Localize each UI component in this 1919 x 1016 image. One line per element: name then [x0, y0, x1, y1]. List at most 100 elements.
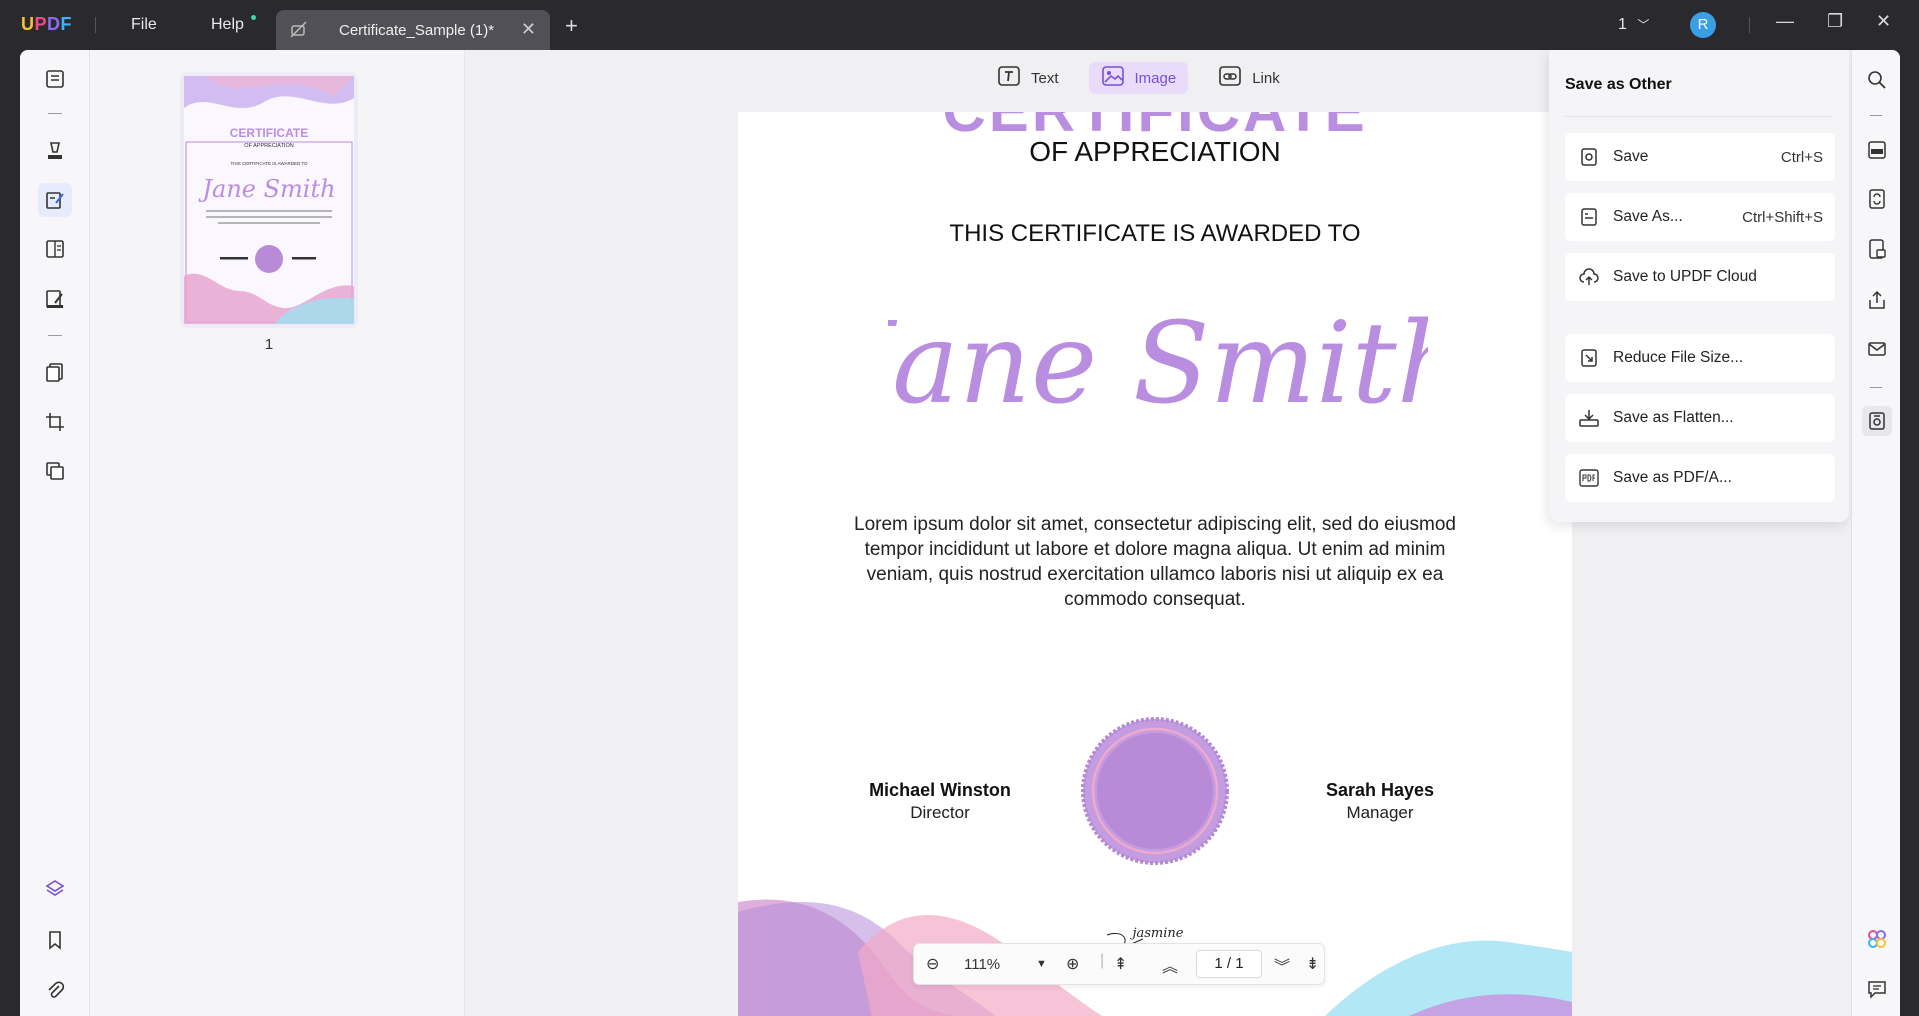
recipient-name: Jane Smith [888, 299, 1428, 429]
toolbar-separator [48, 113, 62, 114]
edit-toolbar: Text Image Link [985, 62, 1292, 98]
save-shortcut: Ctrl+S [1780, 148, 1823, 166]
share-icon[interactable] [1862, 285, 1892, 315]
save-label: Save [1613, 148, 1649, 165]
thumbnail-awarded: THIS CERTIFICATE IS AWARDED TO [230, 161, 308, 166]
left-toolbar [20, 50, 90, 1016]
reduce-file-size-label: Reduce File Size... [1613, 349, 1744, 366]
signer-right-role: Manager [1346, 803, 1414, 822]
previous-page-icon[interactable]: ︽ [1162, 953, 1178, 977]
page-thumbnail[interactable]: CERTIFICATE OF APPRECIATION THIS CERTIFI… [180, 72, 358, 328]
signature-text: jasmine [1129, 926, 1183, 941]
toolbar-separator [1870, 115, 1882, 116]
right-toolbar [1851, 50, 1900, 1016]
cloud-upload-icon [1577, 265, 1601, 289]
title-bar: UPDF File Help Certificate_Sample (1)* ✕… [0, 0, 1919, 50]
layers-icon[interactable] [38, 872, 72, 906]
save-as-pdfa-button[interactable]: Save as PDF/A... [1565, 454, 1835, 502]
ai-assistant-icon[interactable] [1862, 924, 1892, 954]
attachment-icon[interactable] [38, 973, 72, 1007]
zoom-out-icon[interactable]: ⊖ [926, 954, 939, 974]
thumbnail-panel: CERTIFICATE OF APPRECIATION THIS CERTIFI… [90, 50, 465, 1016]
new-tab-icon[interactable]: + [565, 13, 578, 39]
ocr-icon[interactable] [1862, 135, 1892, 165]
current-page: 1 [1214, 955, 1223, 972]
save-panel-title: Save as Other [1565, 76, 1672, 93]
user-avatar[interactable]: R [1690, 12, 1716, 38]
save-as-shortcut: Ctrl+Shift+S [1742, 208, 1823, 226]
zoom-dropdown-icon[interactable]: ▼ [1036, 958, 1047, 970]
pdfa-icon [1577, 466, 1601, 490]
thumbnail-page-number: 1 [264, 336, 274, 353]
page-number-input[interactable]: 1 / 1 [1196, 950, 1262, 978]
search-icon[interactable] [1862, 65, 1892, 95]
bookmark-icon[interactable] [38, 923, 72, 957]
help-notification-dot [251, 15, 256, 20]
convert-icon[interactable] [1862, 184, 1892, 214]
thumbnail-recipient: Jane Smith [197, 175, 335, 203]
image-icon [1101, 65, 1125, 91]
save-as-flatten-button[interactable]: Save as Flatten... [1565, 394, 1835, 442]
fill-sign-icon[interactable] [38, 282, 72, 316]
nav-separator: | [1100, 952, 1105, 969]
add-link-label: Link [1252, 69, 1280, 87]
certificate-page[interactable]: CERTIFICATE OF APPRECIATION THIS CERTIFI… [738, 112, 1572, 1016]
toolbar-separator [1870, 387, 1882, 388]
save-as-label: Save As... [1613, 208, 1683, 225]
add-image-label: Image [1134, 69, 1177, 87]
edit-mode-icon [290, 21, 308, 44]
save-button[interactable]: Save Ctrl+S [1565, 133, 1835, 181]
awarded-to-text: THIS CERTIFICATE IS AWARDED TO [949, 220, 1361, 247]
protect-icon[interactable] [1862, 234, 1892, 264]
first-page-icon[interactable]: ⇞ [1114, 954, 1127, 974]
save-as-pdfa-label: Save as PDF/A... [1613, 469, 1732, 486]
minimize-icon[interactable]: — [1776, 11, 1794, 32]
crop-pages-icon[interactable] [38, 405, 72, 439]
save-as-other-panel: Save as Other Save Ctrl+S Save As... Ctr… [1549, 50, 1849, 522]
workspace: CERTIFICATE OF APPRECIATION THIS CERTIFI… [20, 50, 1900, 1016]
protect-pages-icon[interactable] [38, 454, 72, 488]
close-tab-icon[interactable]: ✕ [521, 19, 536, 40]
next-page-icon[interactable]: ︾ [1274, 953, 1290, 977]
title-separator [1749, 17, 1750, 33]
chevron-down-icon: ﹀ [1637, 18, 1650, 32]
file-menu[interactable]: File [131, 16, 157, 34]
signer-right-name: Sarah Hayes [1325, 780, 1435, 800]
save-to-cloud-button[interactable]: Save to UPDF Cloud [1565, 253, 1835, 301]
add-link-button[interactable]: Link [1206, 62, 1292, 94]
signer-right: Sarah Hayes Manager [1260, 780, 1500, 823]
reader-icon[interactable] [38, 62, 72, 96]
help-menu[interactable]: Help [211, 16, 244, 34]
zoom-level[interactable]: 111% [964, 956, 1000, 973]
add-text-button[interactable]: Text [985, 62, 1071, 94]
document-tab[interactable]: Certificate_Sample (1)* ✕ [276, 10, 550, 50]
page-tools-icon[interactable] [38, 355, 72, 389]
save-to-cloud-label: Save to UPDF Cloud [1613, 268, 1757, 285]
certificate-subheading: OF APPRECIATION [1029, 136, 1281, 167]
title-separator [95, 17, 96, 33]
total-pages: 1 [1235, 955, 1244, 972]
edit-pdf-icon[interactable] [38, 183, 72, 217]
signer-left-name: Michael Winston [869, 780, 1011, 800]
comment-icon[interactable] [1862, 974, 1892, 1004]
close-window-icon[interactable]: ✕ [1876, 11, 1891, 32]
add-image-button[interactable]: Image [1088, 62, 1189, 94]
link-icon [1218, 65, 1242, 91]
window-count-dropdown[interactable]: 1 ﹀ [1618, 16, 1649, 34]
window-count-value: 1 [1618, 16, 1627, 33]
maximize-icon[interactable]: ❐ [1827, 11, 1843, 32]
tab-title: Certificate_Sample (1)* [339, 22, 495, 39]
signer-left: Michael Winston Director [820, 780, 1060, 823]
compress-icon [1577, 346, 1601, 370]
signer-left-role: Director [910, 803, 970, 822]
organize-pages-icon[interactable] [38, 232, 72, 266]
last-page-icon[interactable]: ⇟ [1306, 954, 1319, 974]
save-as-flatten-label: Save as Flatten... [1613, 409, 1734, 426]
comment-highlighter-icon[interactable] [38, 134, 72, 168]
zoom-in-icon[interactable]: ⊕ [1066, 954, 1079, 974]
thumbnail-heading: CERTIFICATE [230, 126, 308, 140]
save-as-button[interactable]: Save As... Ctrl+Shift+S [1565, 193, 1835, 241]
save-as-other-icon[interactable] [1862, 406, 1892, 436]
email-icon[interactable] [1862, 334, 1892, 364]
reduce-file-size-button[interactable]: Reduce File Size... [1565, 334, 1835, 382]
